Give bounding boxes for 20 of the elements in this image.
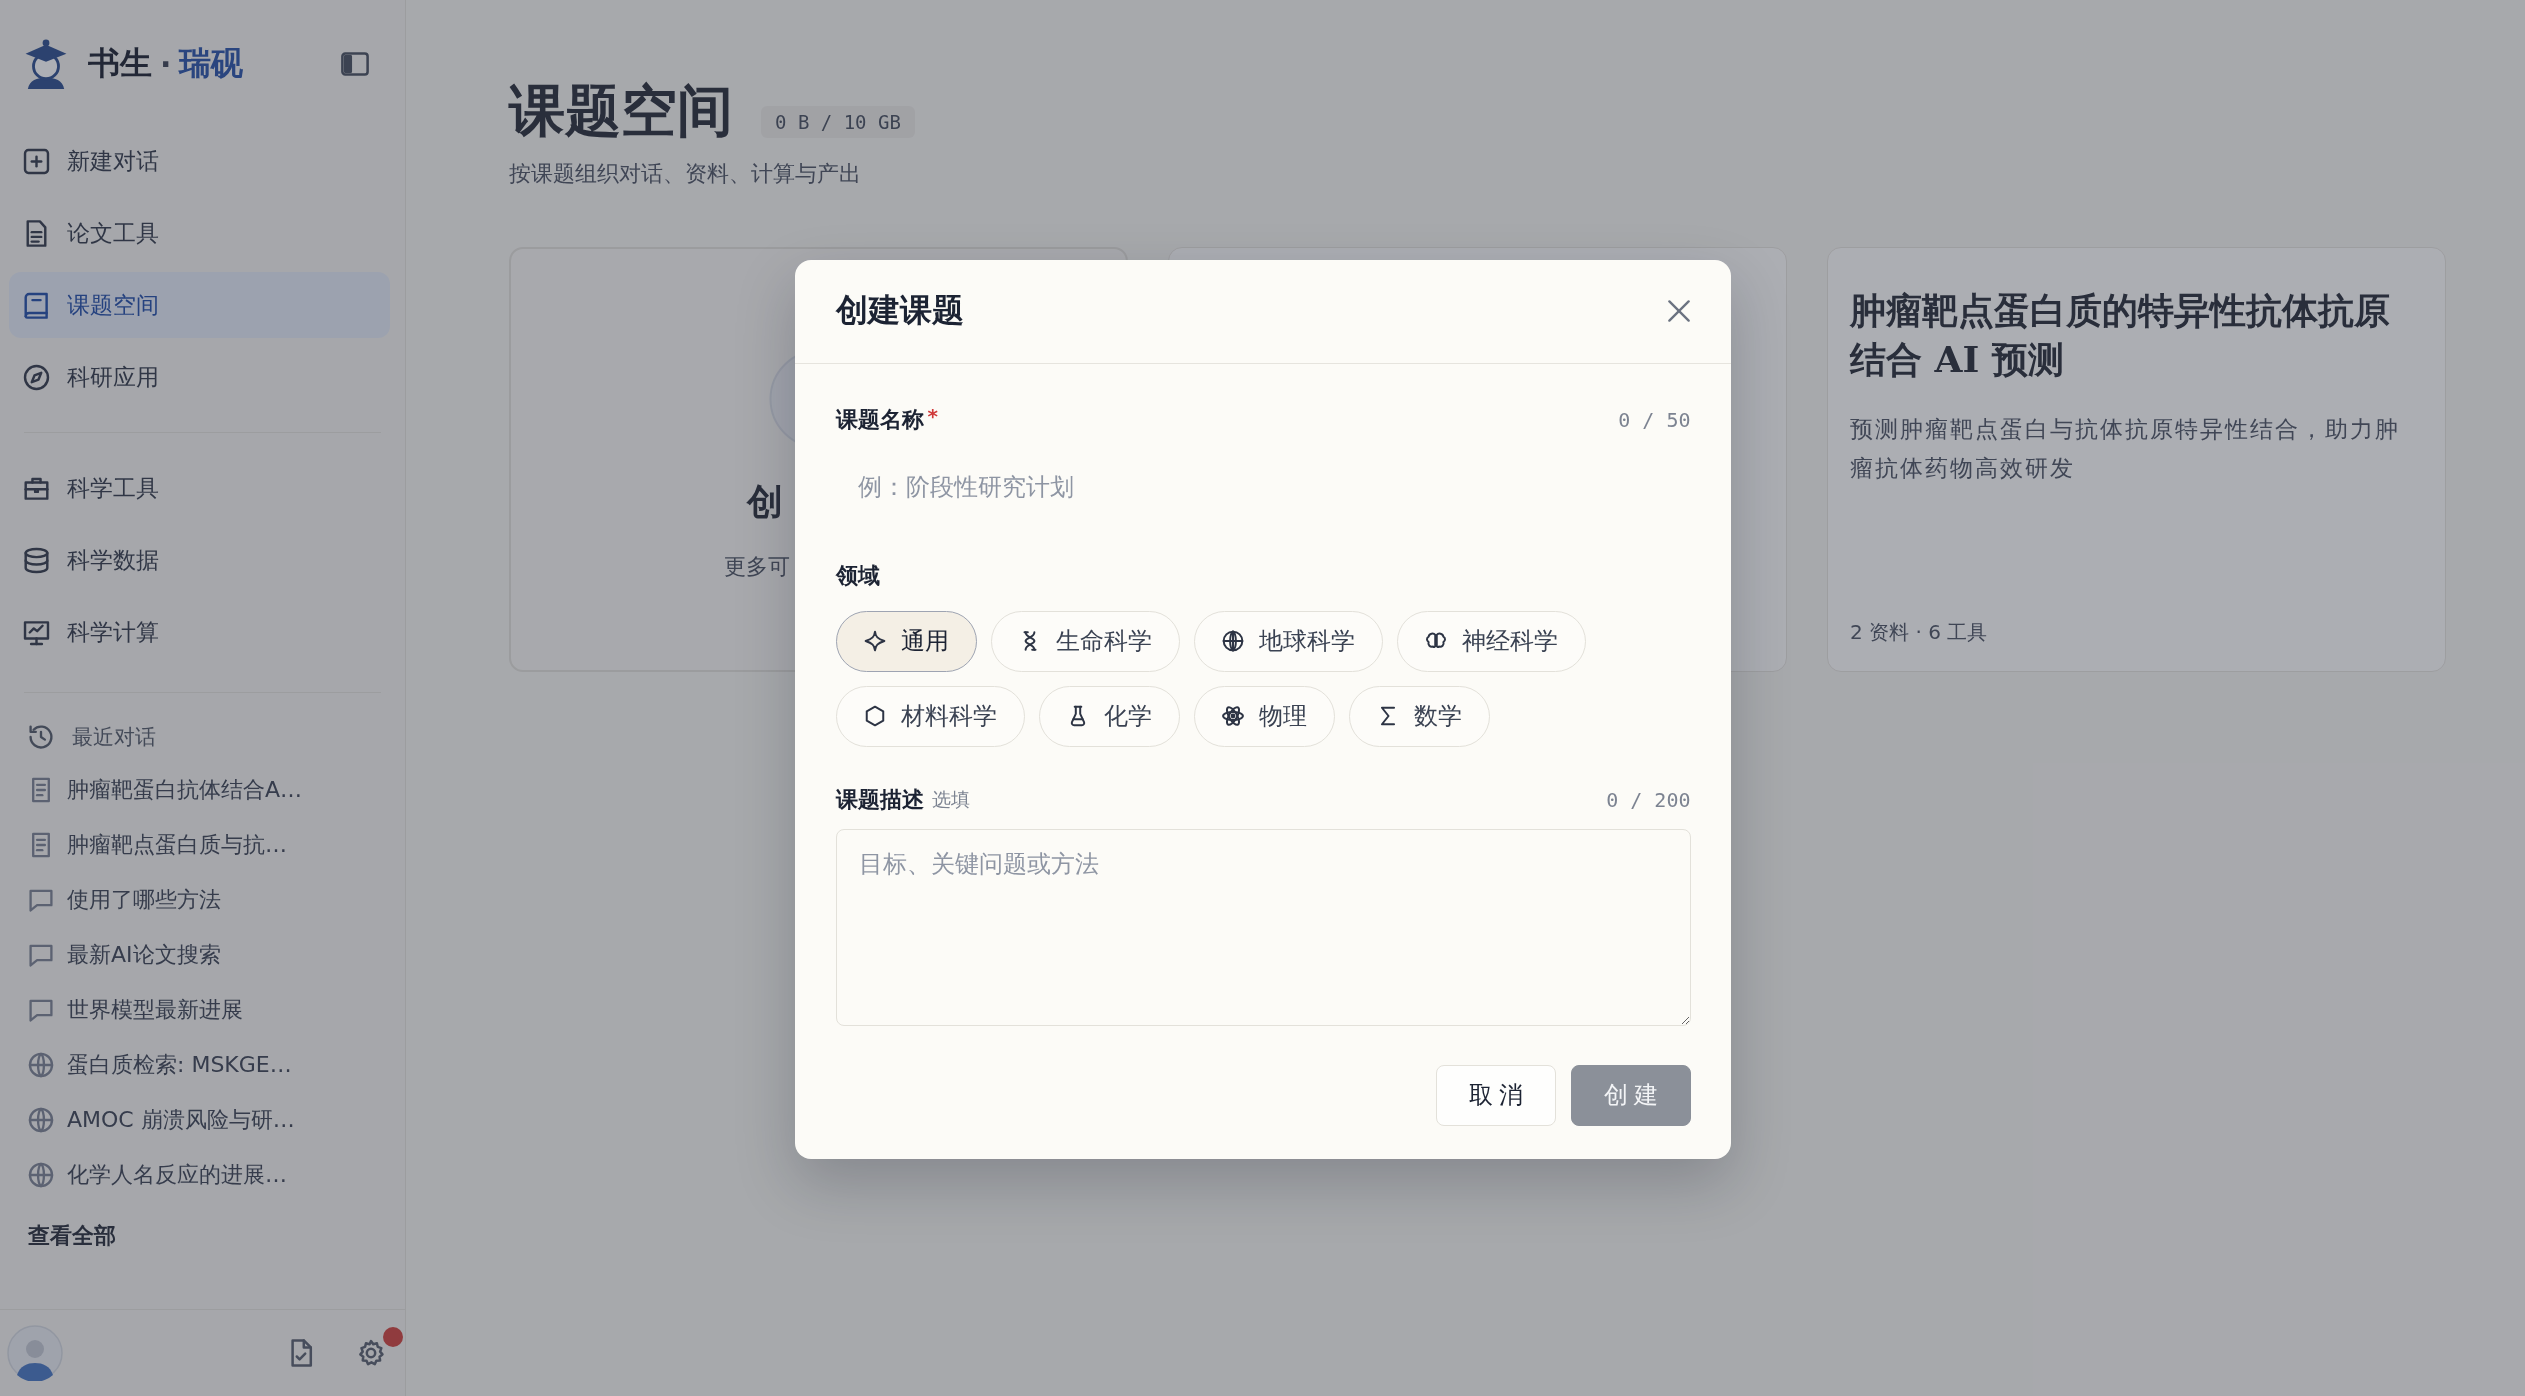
brand-suffix: 瑞砚: [179, 43, 244, 84]
field-label: 课题描述: [835, 785, 924, 814]
brand-separator: ·: [160, 46, 172, 82]
brand-name: 书生: [88, 43, 152, 84]
section-title: 最近对话: [72, 724, 156, 751]
page-subtitle: 按课题组织对话、资料、计算与产出: [509, 160, 861, 188]
page-title: 课题空间: [509, 76, 733, 145]
required-mark: *: [927, 404, 938, 427]
card-description: 更多可: [724, 553, 790, 581]
character-counter: 0 / 50: [1618, 407, 1691, 432]
field-label: 课题名称: [835, 405, 924, 434]
optional-hint: 选填: [931, 786, 970, 812]
field-label: 领域: [835, 561, 880, 590]
card-title: 肿瘤靶点蛋白质的特异性抗体抗原结合 AI 预测: [1850, 288, 2391, 382]
card-title: 创: [747, 479, 783, 523]
storage-quota: 0 B / 10 GB: [761, 106, 915, 138]
card-description: 预测肿瘤靶点蛋白与抗体抗原特异性结合，助力肿瘤抗体药物高效研发: [1850, 415, 2401, 483]
dialog-title: 创建课题: [835, 290, 964, 331]
card-meta: 2 资料 · 6 工具: [1850, 619, 1988, 646]
character-counter: 0 / 200: [1606, 787, 1691, 812]
